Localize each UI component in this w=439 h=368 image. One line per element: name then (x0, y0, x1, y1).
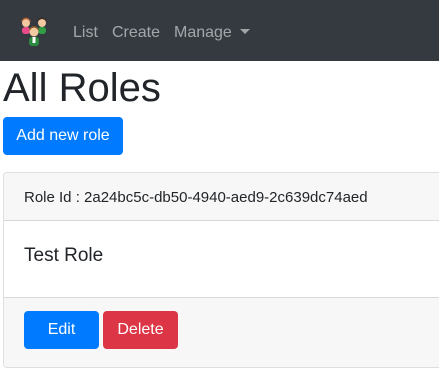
caret-down-icon (239, 29, 250, 34)
edit-role-button[interactable]: Edit (24, 311, 99, 349)
role-card-header: Role Id : 2a24bc5c-db50-4940-aed9-2c639d… (4, 173, 439, 221)
nav-dropdown-manage-label: Manage (174, 24, 232, 41)
role-card: Role Id : 2a24bc5c-db50-4940-aed9-2c639d… (3, 172, 439, 368)
nav-link-list[interactable]: List (73, 24, 98, 42)
role-card-footer: Edit Delete (4, 297, 439, 367)
nav-link-create[interactable]: Create (112, 24, 160, 42)
role-name: Test Role (24, 245, 104, 266)
navbar: List Create Manage (0, 0, 439, 61)
users-brand-icon[interactable] (17, 14, 51, 48)
add-new-role-button[interactable]: Add new role (3, 117, 123, 155)
delete-role-button[interactable]: Delete (103, 311, 178, 349)
page-title: All Roles (3, 66, 161, 110)
nav-dropdown-manage[interactable]: Manage (174, 24, 250, 42)
role-id-text: Role Id : 2a24bc5c-db50-4940-aed9-2c639d… (24, 189, 368, 206)
